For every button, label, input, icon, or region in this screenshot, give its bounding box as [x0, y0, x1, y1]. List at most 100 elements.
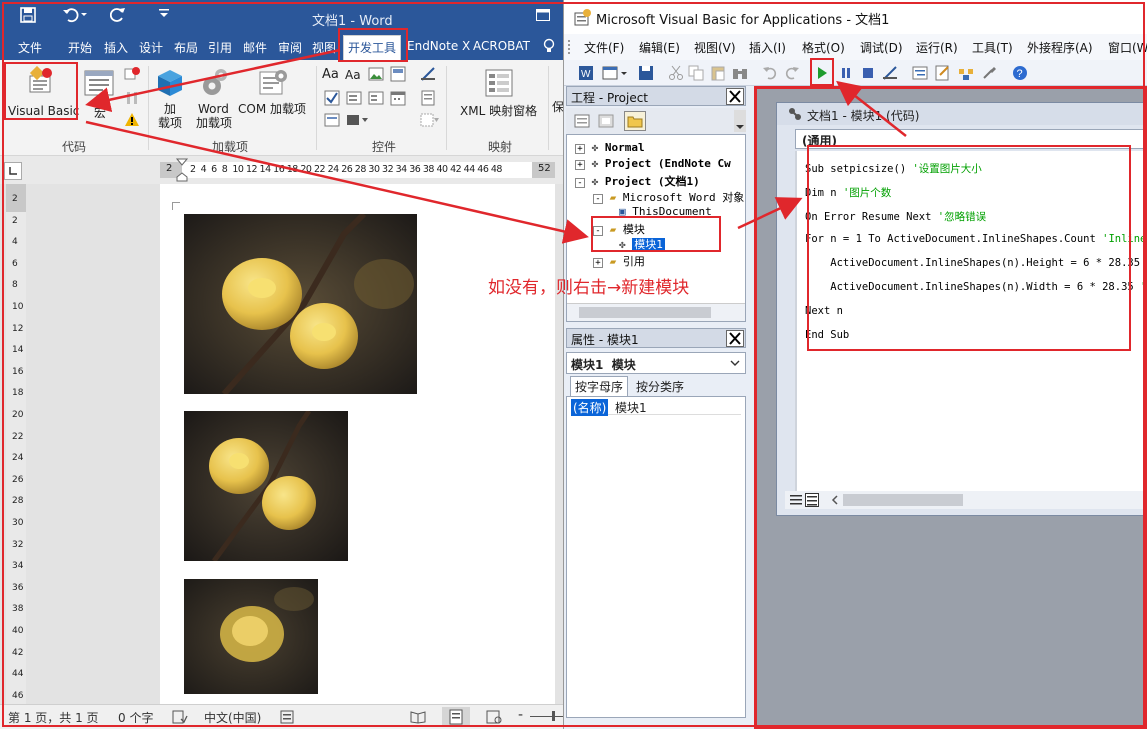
view-object-icon[interactable] [598, 113, 614, 129]
tab-view[interactable]: 视图 [312, 39, 336, 56]
document-page[interactable] [160, 184, 555, 704]
indent-marker-icon[interactable] [176, 158, 188, 182]
tree-item-modules[interactable]: - ▰ 模块 [593, 221, 645, 237]
tree-item-normal[interactable]: + ✤ Normal [575, 141, 645, 154]
tab-home[interactable]: 开始 [68, 39, 92, 56]
properties-close-icon[interactable] [726, 330, 744, 347]
tab-layout[interactable]: 布局 [174, 39, 198, 56]
flower-photo-2[interactable] [184, 411, 348, 561]
chevron-down-icon[interactable] [729, 358, 741, 368]
code-line[interactable]: For n = 1 To ActiveDocument.InlineShapes… [805, 233, 1147, 245]
expand-icon[interactable]: + [593, 258, 603, 268]
expand-icon[interactable]: + [575, 160, 585, 170]
code-hscroll-thumb[interactable] [843, 494, 963, 506]
property-row[interactable]: (名称) 模块1 [571, 399, 741, 416]
redo-icon[interactable] [110, 7, 126, 23]
object-browser-icon[interactable] [958, 65, 974, 81]
copy-icon[interactable] [688, 65, 704, 81]
help-icon[interactable]: ? [1012, 65, 1028, 81]
toolbox-icon[interactable] [982, 65, 998, 81]
macro-security-icon[interactable] [124, 112, 140, 128]
tree-item-endnote[interactable]: + ✤ Project (EndNote Cw [575, 157, 731, 170]
save-icon[interactable] [638, 65, 654, 81]
menu-insert[interactable]: 插入(I) [749, 39, 786, 56]
picture-control-icon[interactable] [368, 66, 384, 82]
building-block-control-icon[interactable] [390, 66, 406, 82]
procedure-view-icon[interactable] [789, 493, 803, 507]
legacy-tools-icon[interactable] [346, 112, 370, 128]
project-explorer-icon[interactable] [912, 65, 928, 81]
full-module-view-icon[interactable] [805, 493, 819, 507]
code-editor[interactable]: Sub setpicsize() '设置图片大小 Dim n '图片个数 On Er… [795, 151, 1147, 491]
tab-categorized[interactable]: 按分类序 [636, 378, 684, 395]
menu-edit[interactable]: 编辑(E) [639, 39, 680, 56]
tab-endnote[interactable]: EndNote X [407, 39, 470, 53]
macro-record-icon[interactable] [280, 710, 294, 724]
expand-icon[interactable]: + [575, 144, 585, 154]
com-add-ins-button[interactable]: COM 加载项 [238, 64, 314, 120]
scroll-left-arrow-icon[interactable] [831, 495, 839, 505]
zoom-out-icon[interactable]: - [518, 707, 523, 723]
rich-text-control-icon[interactable]: Aa [322, 68, 339, 82]
menu-debug[interactable]: 调试(D) [860, 39, 903, 56]
web-layout-icon[interactable] [486, 710, 502, 724]
ribbon-display-icon[interactable] [536, 9, 550, 21]
macros-button[interactable]: 宏 [82, 64, 118, 120]
menu-addins[interactable]: 外接程序(A) [1027, 39, 1093, 56]
toggle-folders-icon[interactable] [624, 111, 646, 131]
collapse-icon[interactable]: - [575, 178, 585, 188]
collapse-icon[interactable]: - [593, 226, 603, 236]
add-ins-button[interactable]: 加 载项 [152, 64, 188, 134]
code-line[interactable]: ActiveDocument.InlineShapes(n).Height = … [805, 257, 1147, 269]
repeating-section-control-icon[interactable] [324, 112, 340, 128]
dropdown-list-control-icon[interactable] [368, 90, 384, 106]
proofing-icon[interactable] [172, 710, 188, 724]
menu-window[interactable]: 窗口(W) [1108, 39, 1147, 56]
customize-qat-icon[interactable] [158, 7, 170, 19]
code-line[interactable]: ActiveDocument.InlineShapes(n).Width = 6… [805, 281, 1147, 293]
checkbox-control-icon[interactable] [324, 90, 340, 106]
project-hscroll-thumb[interactable] [579, 307, 711, 318]
tab-insert[interactable]: 插入 [104, 39, 128, 56]
visual-basic-button[interactable]: Visual Basic [6, 64, 79, 120]
menu-view[interactable]: 视图(V) [694, 39, 736, 56]
dropdown-arrow-icon[interactable] [620, 65, 628, 81]
tab-acrobat[interactable]: ACROBAT [473, 39, 530, 53]
code-line[interactable]: On Error Resume Next '忽略错误 [805, 209, 986, 224]
code-line[interactable]: Next n [805, 305, 843, 317]
word-count[interactable]: 0 个字 [118, 709, 153, 726]
xml-mapping-pane-button[interactable]: XML 映射窗格 [456, 64, 542, 120]
flower-photo-1[interactable] [184, 214, 417, 394]
code-line[interactable]: Sub setpicsize() '设置图片大小 [805, 161, 982, 176]
word-add-ins-button[interactable]: Word 加载项 [194, 64, 234, 134]
date-picker-control-icon[interactable] [390, 90, 406, 106]
group-control-icon[interactable] [420, 112, 440, 128]
property-name-value[interactable]: 模块1 [615, 399, 647, 416]
read-mode-icon[interactable] [410, 710, 426, 724]
undo-icon[interactable] [762, 65, 778, 81]
page-count[interactable]: 第 1 页，共 1 页 [8, 709, 99, 726]
collapse-icon[interactable]: - [593, 194, 603, 204]
tree-item-references[interactable]: + ▰ 引用 [593, 253, 645, 269]
cut-icon[interactable] [668, 65, 684, 81]
tab-selector[interactable] [4, 162, 22, 180]
project-scroll-up[interactable] [734, 110, 746, 132]
zoom-slider-thumb[interactable] [552, 711, 555, 721]
tree-item-word-objects[interactable]: - ▰ Microsoft Word 对象 [593, 189, 744, 205]
menu-tools[interactable]: 工具(T) [972, 39, 1013, 56]
paste-icon[interactable] [710, 65, 726, 81]
tab-design[interactable]: 设计 [139, 39, 163, 56]
menu-format[interactable]: 格式(O) [802, 39, 845, 56]
language-indicator[interactable]: 中文(中国) [204, 709, 261, 726]
properties-icon[interactable] [420, 90, 436, 106]
save-icon[interactable] [20, 7, 36, 23]
zoom-slider[interactable] [530, 716, 563, 717]
tab-developer[interactable]: 开发工具 [343, 35, 402, 60]
tell-me-icon[interactable] [543, 38, 555, 54]
menu-file[interactable]: 文件(F) [584, 39, 624, 56]
view-code-icon[interactable] [574, 113, 590, 129]
code-line[interactable]: Dim n '图片个数 [805, 185, 891, 200]
tab-mailings[interactable]: 邮件 [243, 39, 267, 56]
print-layout-icon[interactable] [442, 707, 470, 727]
redo-icon[interactable] [784, 65, 800, 81]
